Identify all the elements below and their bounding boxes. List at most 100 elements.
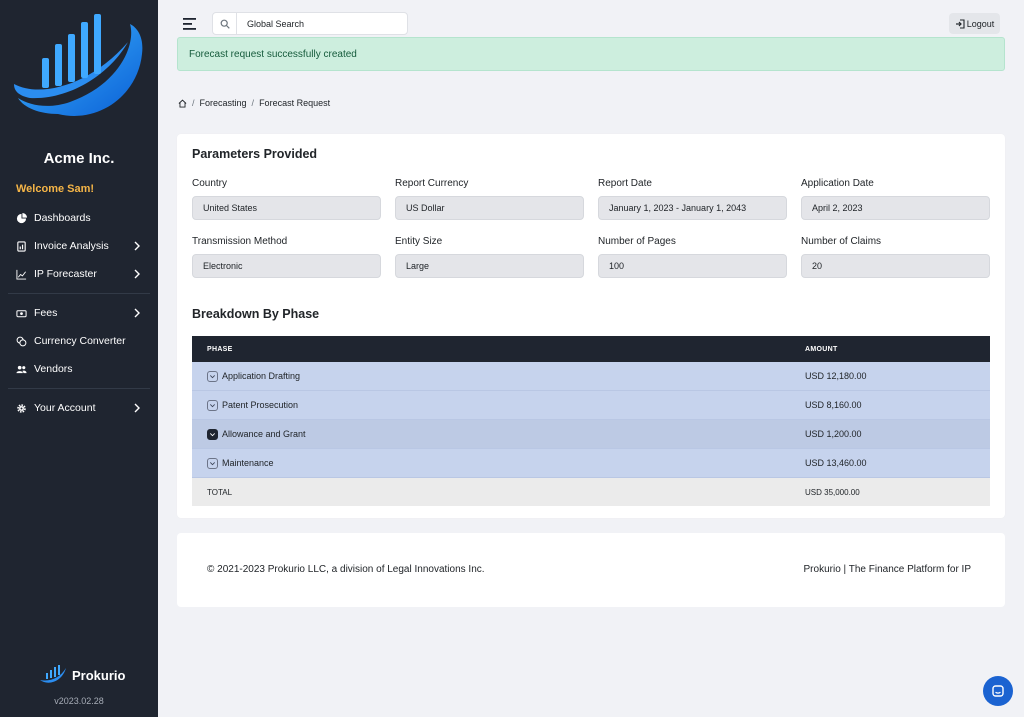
- chevron-right-icon: [134, 403, 140, 413]
- sidebar: Acme Inc. Welcome Sam! Dashboards Invoic…: [0, 0, 158, 717]
- breadcrumb: / Forecasting / Forecast Request: [178, 98, 330, 108]
- sidebar-item-label: Invoice Analysis: [34, 240, 109, 252]
- sidebar-item-label: Vendors: [34, 363, 73, 375]
- table-header: PHASE AMOUNT: [192, 336, 990, 362]
- country-field: United States: [192, 196, 381, 220]
- welcome-message: Welcome Sam!: [16, 183, 95, 195]
- expand-toggle-icon[interactable]: [207, 457, 218, 469]
- chevron-right-icon: [134, 269, 140, 279]
- breakdown-title: Breakdown By Phase: [192, 307, 320, 321]
- amount-cell: USD 8,160.00: [805, 400, 862, 410]
- forecast-card: Parameters Provided Country United State…: [177, 134, 1005, 518]
- table-row[interactable]: Patent Prosecution USD 8,160.00: [192, 391, 990, 420]
- phase-cell: Application Drafting: [192, 370, 805, 382]
- country-label: Country: [192, 178, 228, 189]
- transmission-method-label: Transmission Method: [192, 236, 288, 247]
- column-header-amount: AMOUNT: [805, 345, 838, 353]
- prokurio-logo-icon[interactable]: [10, 14, 148, 122]
- logout-icon: [955, 18, 965, 29]
- phase-cell: Maintenance: [192, 457, 805, 469]
- report-date-label: Report Date: [598, 178, 652, 189]
- prokurio-small-logo-icon: [40, 665, 66, 683]
- phase-name: Allowance and Grant: [222, 429, 306, 439]
- number-of-claims-label: Number of Claims: [801, 236, 882, 247]
- parameters-title: Parameters Provided: [192, 147, 318, 161]
- brand: Prokurio: [38, 664, 125, 686]
- phase-name: Application Drafting: [222, 371, 301, 381]
- coins-icon: [16, 336, 27, 347]
- phase-name: Patent Prosecution: [222, 400, 299, 410]
- breadcrumb-forecasting[interactable]: Forecasting: [200, 98, 247, 108]
- sidebar-item-currency-converter[interactable]: Currency Converter: [0, 327, 158, 355]
- application-date-label: Application Date: [801, 178, 874, 189]
- app-version: v2023.02.28: [54, 696, 104, 706]
- sidebar-item-label: Fees: [34, 307, 58, 319]
- application-date-field: April 2, 2023: [801, 196, 990, 220]
- users-icon: [16, 364, 27, 375]
- gear-icon: [16, 403, 27, 414]
- table-total-row: TOTAL USD 35,000.00: [192, 478, 990, 506]
- chat-button[interactable]: [983, 676, 1013, 706]
- sidebar-divider: [8, 388, 150, 389]
- invoice-icon: [16, 240, 27, 252]
- company-name: Acme Inc.: [43, 150, 115, 167]
- phase-cell: Patent Prosecution: [192, 399, 805, 411]
- line-chart-icon: [16, 269, 27, 280]
- footer-copyright: © 2021-2023 Prokurio LLC, a division of …: [207, 564, 485, 575]
- brand-name: Prokurio: [72, 667, 126, 683]
- logout-label: Logout: [966, 18, 995, 29]
- sidebar-item-your-account[interactable]: Your Account: [0, 394, 158, 422]
- sidebar-item-fees[interactable]: Fees: [0, 299, 158, 327]
- search-icon[interactable]: [213, 13, 237, 34]
- sidebar-item-label: Currency Converter: [34, 335, 126, 347]
- home-icon[interactable]: [178, 99, 187, 108]
- amount-cell: USD 12,180.00: [805, 371, 867, 381]
- table-row[interactable]: Maintenance USD 13,460.00: [192, 449, 990, 478]
- sidebar-item-label: Dashboards: [34, 212, 91, 224]
- phase-name: Maintenance: [222, 458, 274, 468]
- sidebar-item-dashboards[interactable]: Dashboards: [0, 204, 158, 232]
- sidebar-nav: Dashboards Invoice Analysis IP Forecaste…: [0, 204, 158, 422]
- table-row[interactable]: Application Drafting USD 12,180.00: [192, 362, 990, 391]
- entity-size-label: Entity Size: [395, 236, 443, 247]
- pie-chart-icon: [16, 212, 27, 224]
- chevron-right-icon: [134, 241, 140, 251]
- search-input[interactable]: [237, 18, 397, 29]
- expand-toggle-icon[interactable]: [207, 399, 218, 411]
- number-of-claims-field: 20: [801, 254, 990, 278]
- sidebar-item-label: IP Forecaster: [34, 268, 97, 280]
- sidebar-divider: [8, 293, 150, 294]
- transmission-method-field: Electronic: [192, 254, 381, 278]
- chevron-right-icon: [134, 308, 140, 318]
- breadcrumb-forecast-request: Forecast Request: [259, 98, 331, 108]
- expand-toggle-icon[interactable]: [207, 370, 218, 382]
- money-icon: [16, 308, 27, 319]
- number-of-pages-label: Number of Pages: [598, 236, 676, 247]
- sidebar-item-invoice-analysis[interactable]: Invoice Analysis: [0, 232, 158, 260]
- total-label: TOTAL: [207, 487, 233, 497]
- footer: © 2021-2023 Prokurio LLC, a division of …: [177, 533, 1005, 607]
- expand-toggle-icon[interactable]: [207, 428, 218, 440]
- amount-cell: USD 1,200.00: [805, 429, 862, 439]
- breadcrumb-separator: /: [251, 98, 255, 108]
- logout-button[interactable]: Logout: [949, 13, 1000, 34]
- global-search: [212, 12, 408, 35]
- number-of-pages-field: 100: [598, 254, 787, 278]
- breadcrumb-separator: /: [192, 98, 195, 108]
- column-header-phase: PHASE: [207, 345, 233, 353]
- footer-tagline: Prokurio | The Finance Platform for IP: [803, 564, 971, 575]
- success-alert: Forecast request successfully created: [177, 37, 1005, 71]
- breakdown-table: PHASE AMOUNT Application Drafting USD 12…: [192, 336, 990, 506]
- entity-size-field: Large: [395, 254, 584, 278]
- report-date-field: January 1, 2023 - January 1, 2043: [598, 196, 787, 220]
- total-amount: USD 35,000.00: [805, 487, 860, 497]
- menu-toggle-icon[interactable]: [183, 17, 197, 31]
- sidebar-item-label: Your Account: [34, 402, 96, 414]
- report-currency-label: Report Currency: [395, 178, 469, 189]
- amount-cell: USD 13,460.00: [805, 458, 867, 468]
- phase-cell: Allowance and Grant: [192, 428, 805, 440]
- sidebar-item-vendors[interactable]: Vendors: [0, 355, 158, 383]
- table-row[interactable]: Allowance and Grant USD 1,200.00: [192, 420, 990, 449]
- report-currency-field: US Dollar: [395, 196, 584, 220]
- sidebar-item-ip-forecaster[interactable]: IP Forecaster: [0, 260, 158, 288]
